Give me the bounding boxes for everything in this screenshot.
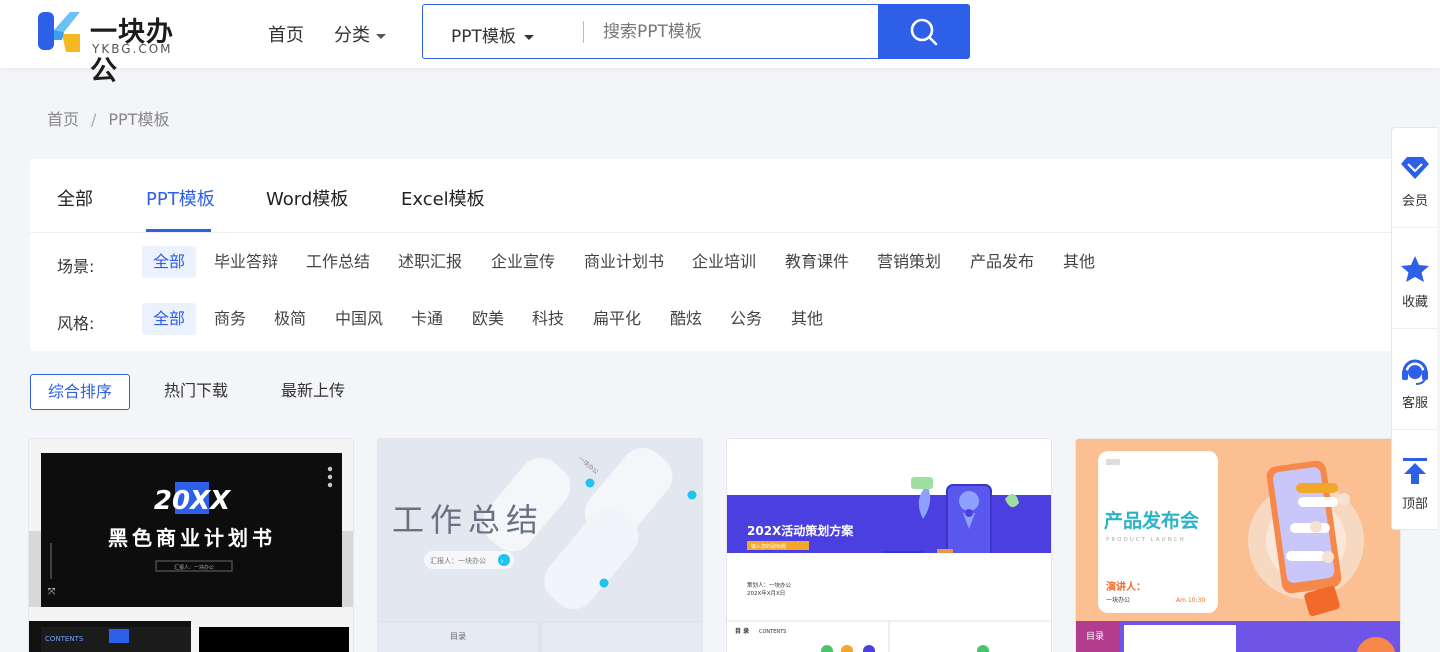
style-label: 风格: <box>57 314 95 333</box>
card-subtitle: PRODUCT LAUNCH <box>1106 537 1186 543</box>
breadcrumb-home[interactable]: 首页 <box>47 110 79 129</box>
logo-mark-icon <box>38 12 80 52</box>
nav-category[interactable]: 分类 <box>334 21 386 47</box>
diamond-icon <box>1401 157 1429 179</box>
sidebar-service[interactable]: 客服 <box>1392 330 1438 430</box>
scene-chip[interactable]: 企业宣传 <box>480 246 566 278</box>
chevron-down-icon <box>376 33 386 39</box>
star-icon <box>1401 256 1429 282</box>
floating-toolbar: 会员 收藏 客服 顶部 <box>1391 127 1438 531</box>
style-chip[interactable]: 卡通 <box>400 303 454 335</box>
card-title: 工作总结 <box>392 501 544 539</box>
card-title: 202X活动策划方案 <box>747 523 854 538</box>
style-chip[interactable]: 其他 <box>780 303 834 335</box>
svg-text:›: › <box>501 557 504 566</box>
scene-chip[interactable]: 毕业答辩 <box>203 246 289 278</box>
scene-chip[interactable]: 全部 <box>142 246 197 278</box>
card-toc: 目 录 <box>735 627 749 635</box>
sidebar-vip[interactable]: 会员 <box>1392 128 1438 228</box>
card-toc: 目录 <box>1086 631 1104 642</box>
style-chip[interactable]: 科技 <box>521 303 575 335</box>
template-card[interactable]: 202X活动策划方案 输入您的副标题 策划人：一块办公 202X年X月X日 目 … <box>726 438 1052 652</box>
tab-ppt[interactable]: PPT模板 <box>146 185 215 211</box>
sidebar-favorite-label: 收藏 <box>1401 295 1428 310</box>
card-meta-date: 202X年X月X日 <box>747 589 785 597</box>
tab-word[interactable]: Word模板 <box>266 185 348 211</box>
headset-icon <box>1402 359 1428 385</box>
card-time: Am 10:30 <box>1176 597 1205 604</box>
header: 一块办公 YKBG.COM 首页 分类 PPT模板 <box>0 0 1440 87</box>
sidebar-back-to-top[interactable]: 顶部 <box>1392 431 1438 531</box>
scene-chip[interactable]: 述职汇报 <box>387 246 473 278</box>
scene-chip[interactable]: 商业计划书 <box>573 246 675 278</box>
sort-latest-upload[interactable]: 最新上传 <box>281 374 345 410</box>
template-thumbnail: 产品发布会 PRODUCT LAUNCH 演讲人： 一块办公 Am 10:30 … <box>1076 439 1400 652</box>
chevron-down-icon <box>523 34 534 40</box>
card-meta-planner: 策划人：一块办公 <box>747 581 792 589</box>
style-chip[interactable]: 商务 <box>203 303 257 335</box>
search-bar: PPT模板 <box>422 4 970 59</box>
card-reporter: 汇报人：一块办公 <box>430 556 486 565</box>
style-chip[interactable]: 中国风 <box>324 303 394 335</box>
tab-all[interactable]: 全部 <box>57 185 93 211</box>
card-subtitle: 输入您的副标题 <box>751 543 786 550</box>
card-title: 黑色商业计划书 <box>108 526 276 550</box>
tab-active-indicator <box>146 229 211 232</box>
search-button[interactable] <box>878 4 970 59</box>
scene-label: 场景: <box>57 257 95 276</box>
template-thumbnail: 20XX 黑色商业计划书 汇报人：一块办公 ⤧ CONTENTS <box>29 439 353 652</box>
nav-category-label: 分类 <box>334 25 370 46</box>
search-type-select[interactable]: PPT模板 <box>451 22 534 47</box>
category-tabs: 全部 PPT模板 Word模板 Excel模板 <box>30 159 1410 233</box>
to-top-icon <box>1403 458 1427 484</box>
logo-domain: YKBG.COM <box>92 42 173 56</box>
template-thumbnail: 202X活动策划方案 输入您的副标题 策划人：一块办公 202X年X月X日 目 … <box>727 439 1051 652</box>
search-divider <box>583 21 584 43</box>
sort-hot-download[interactable]: 热门下载 <box>164 374 228 410</box>
breadcrumb-separator: / <box>91 110 97 129</box>
card-contents: CONTENTS <box>45 635 84 643</box>
card-toc: 目录 <box>450 632 466 641</box>
scene-chip[interactable]: 其他 <box>1052 246 1106 278</box>
scene-chip[interactable]: 工作总结 <box>295 246 381 278</box>
template-card[interactable]: 20XX 黑色商业计划书 汇报人：一块办公 ⤧ CONTENTS <box>28 438 354 652</box>
sidebar-vip-label: 会员 <box>1401 194 1428 209</box>
style-chip[interactable]: 欧美 <box>461 303 515 335</box>
scene-chip[interactable]: 产品发布 <box>959 246 1045 278</box>
search-icon <box>910 18 938 45</box>
tab-excel[interactable]: Excel模板 <box>401 185 485 211</box>
template-card[interactable]: 一块办公 工作总结 汇报人：一块办公 › 目录 <box>377 438 703 652</box>
sidebar-favorite[interactable]: 收藏 <box>1392 229 1438 329</box>
search-type-label: PPT模板 <box>451 27 516 47</box>
card-subtitle: 汇报人：一块办公 <box>174 564 214 571</box>
svg-text:⤧: ⤧ <box>48 586 55 597</box>
template-thumbnail: 一块办公 工作总结 汇报人：一块办公 › 目录 <box>378 439 702 652</box>
scene-chip[interactable]: 营销策划 <box>866 246 952 278</box>
logo[interactable]: 一块办公 YKBG.COM <box>36 10 196 87</box>
card-speaker-name: 一块办公 <box>1106 596 1130 604</box>
scene-chip[interactable]: 企业培训 <box>681 246 767 278</box>
sidebar-back-to-top-label: 顶部 <box>1401 497 1428 512</box>
card-title: 产品发布会 <box>1104 509 1199 532</box>
template-card[interactable]: 产品发布会 PRODUCT LAUNCH 演讲人： 一块办公 Am 10:30 … <box>1075 438 1401 652</box>
breadcrumb-current: PPT模板 <box>108 110 170 129</box>
style-chip[interactable]: 酷炫 <box>659 303 713 335</box>
card-speaker: 演讲人： <box>1106 580 1146 593</box>
card-toc-en: CONTENTS <box>759 629 786 635</box>
style-chip[interactable]: 极简 <box>263 303 317 335</box>
sidebar-service-label: 客服 <box>1401 396 1428 411</box>
style-chip[interactable]: 扁平化 <box>582 303 652 335</box>
breadcrumb: 首页 / PPT模板 <box>47 106 169 130</box>
style-chip[interactable]: 公务 <box>719 303 773 335</box>
search-input[interactable] <box>603 13 873 51</box>
card-headline: 20XX <box>154 486 232 516</box>
scene-chip[interactable]: 教育课件 <box>774 246 860 278</box>
nav-home[interactable]: 首页 <box>268 21 304 47</box>
style-chip[interactable]: 全部 <box>142 303 197 335</box>
sort-comprehensive[interactable]: 综合排序 <box>30 374 130 410</box>
filter-panel: 全部 PPT模板 Word模板 Excel模板 场景: 全部 毕业答辩 工作总结… <box>30 159 1410 351</box>
